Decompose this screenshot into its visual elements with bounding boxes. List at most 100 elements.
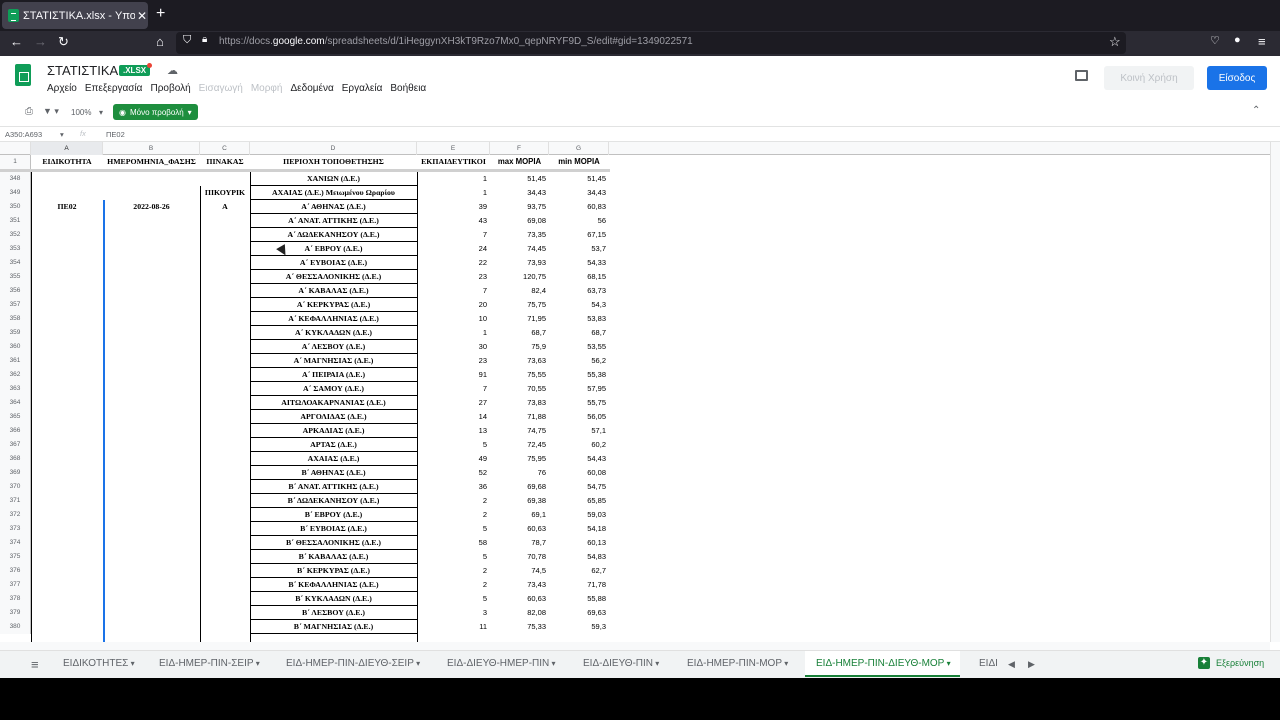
table-cell[interactable]: 2 [417, 564, 490, 578]
table-cell[interactable]: 3 [417, 606, 490, 620]
url-text[interactable]: https://docs.google.com/spreadsheets/d/1… [219, 36, 693, 47]
table-cell[interactable]: 54,33 [549, 256, 609, 270]
table-cell[interactable]: ΑΡΓΟΛΙΔΑΣ (Δ.Ε.) [250, 410, 417, 424]
table-cell[interactable] [200, 452, 250, 466]
table-cell[interactable]: 73,63 [490, 354, 549, 368]
row-number[interactable]: 370 [0, 480, 31, 494]
table-cell[interactable]: 75,9 [490, 340, 549, 354]
table-cell[interactable]: Β΄ ΚΑΒΑΛΑΣ (Δ.Ε.) [250, 550, 417, 564]
table-cell[interactable] [31, 396, 103, 410]
table-cell[interactable] [200, 256, 250, 270]
table-cell[interactable]: 56 [549, 214, 609, 228]
table-cell[interactable] [200, 606, 250, 620]
column-header[interactable]: B [103, 142, 200, 155]
spreadsheet-grid[interactable]: A B C D E F G 1 ΕΙΔΙΚΟΤΗΤΑ ΗΜΕΡΟΜΗΝΙΑ_ΦΑ… [0, 142, 1270, 642]
table-cell[interactable]: 60,83 [549, 200, 609, 214]
table-cell[interactable]: 56,2 [549, 354, 609, 368]
row-number[interactable]: 352 [0, 228, 31, 242]
menu-help[interactable]: Βοήθεια [390, 83, 426, 94]
table-cell[interactable]: 53,7 [549, 242, 609, 256]
row-number[interactable]: 362 [0, 368, 31, 382]
table-cell[interactable] [31, 186, 103, 200]
table-cell[interactable] [200, 536, 250, 550]
table-cell[interactable]: 51,45 [549, 172, 609, 186]
table-cell[interactable] [31, 466, 103, 480]
table-cell[interactable] [31, 424, 103, 438]
table-cell[interactable] [103, 368, 200, 382]
table-cell[interactable]: 1 [417, 326, 490, 340]
sheet-tab[interactable]: ΕΙΔΙΚΟΤΗΤΕΣ ▾ [52, 651, 140, 677]
table-cell[interactable]: 68,7 [549, 326, 609, 340]
table-cell[interactable] [200, 480, 250, 494]
row-number[interactable]: 361 [0, 354, 31, 368]
table-cell[interactable]: Α΄ ΔΩΔΕΚΑΝΗΣΟΥ (Δ.Ε.) [250, 228, 417, 242]
table-cell[interactable] [103, 578, 200, 592]
table-cell[interactable] [103, 494, 200, 508]
table-cell[interactable]: Α΄ ΕΒΡΟΥ (Δ.Ε.) [250, 242, 417, 256]
menu-data[interactable]: Δεδομένα [290, 83, 333, 94]
table-cell[interactable] [103, 256, 200, 270]
row-number[interactable]: 372 [0, 508, 31, 522]
table-cell[interactable]: ΑΧΑΙΑΣ (Δ.Ε.) [250, 452, 417, 466]
table-cell[interactable]: 75,95 [490, 452, 549, 466]
table-cell[interactable] [103, 508, 200, 522]
table-cell[interactable] [103, 592, 200, 606]
sheet-tab[interactable]: ΕΙΔ-ΔΙΕΥΘ-ΗΜΕΡ-ΠΙΝ ▾ [436, 651, 564, 677]
row-number[interactable]: 363 [0, 382, 31, 396]
table-cell[interactable]: Β΄ ΕΥΒΟΙΑΣ (Δ.Ε.) [250, 522, 417, 536]
table-cell[interactable] [200, 312, 250, 326]
row-number[interactable]: 364 [0, 396, 31, 410]
table-cell[interactable]: 63,73 [549, 284, 609, 298]
table-cell[interactable]: 68,7 [490, 326, 549, 340]
table-cell[interactable]: 57,1 [549, 424, 609, 438]
table-cell[interactable]: 7 [417, 284, 490, 298]
table-cell[interactable]: 43 [417, 214, 490, 228]
table-cell[interactable] [103, 410, 200, 424]
column-header[interactable]: C [200, 142, 250, 155]
table-cell[interactable]: 49 [417, 452, 490, 466]
table-cell[interactable]: 60,63 [490, 522, 549, 536]
table-cell[interactable] [103, 396, 200, 410]
table-cell[interactable]: 5 [417, 438, 490, 452]
table-cell[interactable]: 52 [417, 466, 490, 480]
table-cell[interactable]: 68,15 [549, 270, 609, 284]
table-cell[interactable]: Α΄ ΜΑΓΝΗΣΙΑΣ (Δ.Ε.) [250, 354, 417, 368]
table-cell[interactable]: 13 [417, 424, 490, 438]
chevron-down-icon[interactable]: ▾ [128, 659, 135, 668]
table-cell[interactable]: 74,45 [490, 242, 549, 256]
table-cell[interactable]: 59,03 [549, 508, 609, 522]
table-cell[interactable] [31, 326, 103, 340]
table-cell[interactable]: Β΄ ΑΘΗΝΑΣ (Δ.Ε.) [250, 466, 417, 480]
table-cell[interactable]: ΑΙΤΩΛΟΑΚΑΡΝΑΝΙΑΣ (Δ.Ε.) [250, 396, 417, 410]
table-cell[interactable]: 73,93 [490, 256, 549, 270]
new-tab-icon[interactable]: + [156, 5, 165, 23]
row-number[interactable]: 356 [0, 284, 31, 298]
table-cell[interactable]: 2 [417, 508, 490, 522]
table-cell[interactable] [31, 592, 103, 606]
collapse-menus-icon[interactable]: ⌃ [1252, 105, 1260, 116]
table-cell[interactable] [103, 340, 200, 354]
table-cell[interactable]: 72,45 [490, 438, 549, 452]
table-cell[interactable]: 78,7 [490, 536, 549, 550]
table-cell[interactable]: 71,78 [549, 578, 609, 592]
row-number[interactable]: 349 [0, 186, 31, 200]
row-number[interactable]: 353 [0, 242, 31, 256]
chevron-down-icon[interactable]: ▾ [782, 659, 788, 668]
zoom-select[interactable]: 100% [71, 108, 91, 117]
table-cell[interactable] [31, 578, 103, 592]
zoom-dropdown-icon[interactable]: ▾ [99, 108, 103, 117]
print-icon[interactable]: ⎙ [25, 106, 33, 117]
table-cell[interactable]: 74,5 [490, 564, 549, 578]
table-cell[interactable] [31, 522, 103, 536]
table-cell[interactable] [200, 424, 250, 438]
home-icon[interactable]: ⌂ [156, 34, 164, 49]
table-cell[interactable]: Β΄ ΔΩΔΕΚΑΝΗΣΟΥ (Δ.Ε.) [250, 494, 417, 508]
table-cell[interactable] [31, 536, 103, 550]
table-cell[interactable] [31, 242, 103, 256]
forward-icon[interactable]: → [34, 34, 47, 49]
table-cell[interactable] [200, 298, 250, 312]
row-number[interactable]: 360 [0, 340, 31, 354]
table-cell[interactable] [31, 312, 103, 326]
table-cell[interactable]: 91 [417, 368, 490, 382]
table-cell[interactable]: 60,13 [549, 536, 609, 550]
